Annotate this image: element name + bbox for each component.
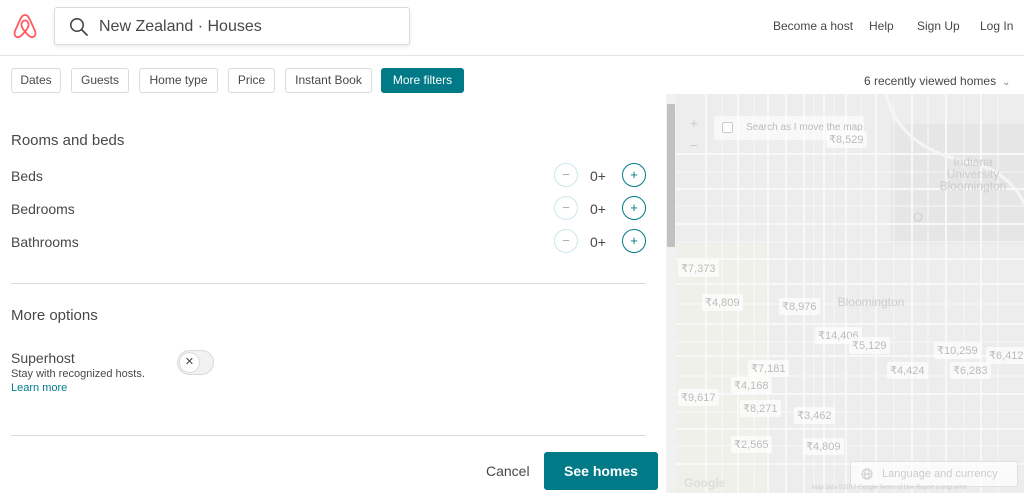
location-search-box[interactable]: New Zealand · Houses bbox=[54, 7, 410, 45]
filter-bar: Dates Guests Home type Price Instant Boo… bbox=[0, 56, 1024, 94]
globe-icon bbox=[861, 468, 873, 480]
beds-label: Beds bbox=[11, 168, 43, 184]
map-price-marker[interactable]: ₹6,412 bbox=[986, 347, 1024, 364]
map-price-marker[interactable]: ₹5,129 bbox=[849, 337, 890, 354]
airbnb-logo-icon[interactable] bbox=[12, 12, 38, 40]
rooms-beds-title: Rooms and beds bbox=[11, 132, 125, 149]
map-price-marker[interactable]: ₹8,271 bbox=[740, 400, 781, 417]
top-header: New Zealand · Houses Become a host Help … bbox=[0, 0, 1024, 56]
more-options-title: More options bbox=[11, 307, 98, 324]
become-host-link[interactable]: Become a host bbox=[773, 19, 853, 33]
more-filters-panel: Rooms and beds Beds − 0+ + Bedrooms − 0+… bbox=[0, 94, 666, 493]
bathrooms-label: Bathrooms bbox=[11, 234, 79, 250]
map-place-university: Indiana University Bloomington bbox=[939, 155, 1007, 193]
cancel-button[interactable]: Cancel bbox=[486, 463, 530, 479]
map-price-marker[interactable]: ₹7,373 bbox=[678, 260, 719, 277]
map-price-marker[interactable]: ₹8,976 bbox=[779, 298, 820, 315]
map-price-marker[interactable]: ₹10,259 bbox=[934, 342, 981, 359]
language-currency-button[interactable]: Language and currency bbox=[850, 461, 1018, 487]
language-currency-label: Language and currency bbox=[882, 468, 998, 480]
superhost-toggle[interactable]: ✕ bbox=[177, 350, 214, 375]
superhost-learn-more-link[interactable]: Learn more bbox=[11, 382, 67, 394]
bedrooms-increase-button[interactable]: + bbox=[622, 196, 646, 220]
help-link[interactable]: Help bbox=[869, 19, 894, 33]
bathrooms-value: 0+ bbox=[590, 234, 606, 250]
map-place-city: Bloomington bbox=[837, 295, 905, 309]
beds-value: 0+ bbox=[590, 168, 606, 184]
map-view[interactable]: + − Search as I move the map Indiana Uni… bbox=[676, 94, 1024, 493]
checkbox-icon[interactable] bbox=[722, 122, 733, 133]
chevron-down-icon: ⌄ bbox=[1002, 77, 1011, 88]
search-input[interactable]: New Zealand · Houses bbox=[99, 18, 262, 36]
sign-up-link[interactable]: Sign Up bbox=[917, 19, 960, 33]
filter-more-filters-button[interactable]: More filters bbox=[381, 68, 464, 93]
map-price-marker[interactable]: ₹7,181 bbox=[748, 360, 789, 377]
map-price-marker[interactable]: ₹4,168 bbox=[731, 377, 772, 394]
map-price-marker[interactable]: ₹4,809 bbox=[702, 294, 743, 311]
beds-decrease-button[interactable]: − bbox=[554, 163, 578, 187]
bedrooms-decrease-button[interactable]: − bbox=[554, 196, 578, 220]
beds-increase-button[interactable]: + bbox=[622, 163, 646, 187]
recently-viewed-label: 6 recently viewed homes bbox=[864, 74, 997, 88]
superhost-description: Stay with recognized hosts. bbox=[11, 368, 145, 380]
map-price-marker[interactable]: ₹2,565 bbox=[731, 436, 772, 453]
bedrooms-label: Bedrooms bbox=[11, 201, 75, 217]
panel-scrollbar-thumb[interactable] bbox=[667, 104, 675, 247]
map-price-marker[interactable]: ₹4,809 bbox=[803, 438, 844, 455]
bathrooms-increase-button[interactable]: + bbox=[622, 229, 646, 253]
map-price-marker[interactable]: ₹4,424 bbox=[887, 362, 928, 379]
map-zoom-out-button[interactable]: − bbox=[683, 134, 705, 156]
filter-price-button[interactable]: Price bbox=[228, 68, 275, 93]
map-price-marker[interactable]: ₹6,283 bbox=[950, 362, 991, 379]
filter-home-type-button[interactable]: Home type bbox=[139, 68, 218, 93]
map-footer-attribution: Map data ©2017 Google Terms of Use Repor… bbox=[812, 485, 967, 491]
recently-viewed-dropdown[interactable]: 6 recently viewed homes ⌄ bbox=[864, 74, 1010, 88]
section-divider bbox=[11, 283, 646, 284]
map-price-marker[interactable]: ₹3,462 bbox=[794, 407, 835, 424]
map-zoom-in-button[interactable]: + bbox=[683, 112, 705, 134]
superhost-label: Superhost bbox=[11, 350, 75, 366]
see-homes-button[interactable]: See homes bbox=[544, 452, 658, 490]
bedrooms-value: 0+ bbox=[590, 201, 606, 217]
section-divider bbox=[11, 435, 646, 436]
filter-guests-button[interactable]: Guests bbox=[71, 68, 129, 93]
search-icon bbox=[70, 18, 88, 36]
filter-dates-button[interactable]: Dates bbox=[11, 68, 61, 93]
bathrooms-decrease-button[interactable]: − bbox=[554, 229, 578, 253]
filter-instant-book-button[interactable]: Instant Book bbox=[285, 68, 372, 93]
close-icon: ✕ bbox=[179, 352, 200, 373]
map-price-marker[interactable]: ₹9,617 bbox=[678, 389, 719, 406]
map-price-marker[interactable]: ₹8,529 bbox=[826, 131, 867, 148]
log-in-link[interactable]: Log In bbox=[980, 19, 1013, 33]
